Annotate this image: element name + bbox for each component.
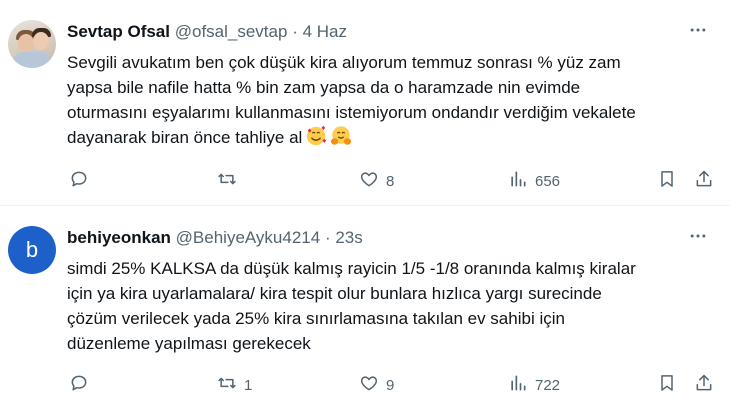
retweet-button[interactable] bbox=[217, 169, 244, 193]
like-icon bbox=[359, 373, 379, 397]
action-bar: 8 656 bbox=[67, 169, 717, 193]
reply-icon bbox=[69, 373, 89, 397]
hugging-face-icon bbox=[330, 125, 352, 154]
views-icon bbox=[508, 373, 528, 397]
bookmark-button[interactable] bbox=[657, 373, 677, 397]
tweet-text: Sevgili avukatım ben çok düşük kira alıy… bbox=[67, 50, 717, 154]
reply-button[interactable] bbox=[69, 169, 96, 193]
tweet[interactable]: b behiyeonkan @BehiyeAyku4214 · 23s simd… bbox=[0, 206, 730, 420]
share-button[interactable] bbox=[694, 169, 714, 193]
like-button[interactable]: 9 bbox=[359, 373, 394, 397]
author-handle[interactable]: @BehiyeAyku4214 bbox=[176, 228, 321, 247]
views-count: 656 bbox=[535, 172, 561, 190]
author-name[interactable]: Sevtap Ofsal bbox=[67, 22, 170, 41]
views-button[interactable]: 656 bbox=[508, 169, 560, 193]
views-icon bbox=[508, 169, 528, 193]
avatar[interactable]: b bbox=[8, 226, 56, 274]
retweet-icon bbox=[217, 169, 237, 193]
reply-icon bbox=[69, 169, 89, 193]
retweet-icon bbox=[217, 373, 237, 397]
tweet-text: simdi 25% KALKSA da düşük kalmış rayicin… bbox=[67, 259, 636, 353]
tweet-header: Sevtap Ofsal @ofsal_sevtap · 4 Haz bbox=[67, 21, 347, 43]
avatar-letter: b bbox=[25, 237, 39, 262]
like-count: 8 bbox=[386, 172, 395, 190]
share-icon bbox=[694, 169, 714, 193]
views-count: 722 bbox=[535, 376, 561, 394]
separator: · bbox=[324, 228, 331, 247]
author-name[interactable]: behiyeonkan bbox=[67, 228, 171, 247]
smiling-face-with-hearts-icon bbox=[305, 125, 327, 154]
tweet-header: behiyeonkan @BehiyeAyku4214 · 23s bbox=[67, 227, 363, 249]
retweet-button[interactable]: 1 bbox=[217, 373, 252, 397]
reply-button[interactable] bbox=[69, 373, 96, 397]
author-handle[interactable]: @ofsal_sevtap bbox=[175, 22, 288, 41]
separator: · bbox=[292, 22, 298, 41]
retweet-count: 1 bbox=[244, 376, 253, 394]
views-button[interactable]: 722 bbox=[508, 373, 560, 397]
timestamp[interactable]: 4 Haz bbox=[303, 22, 347, 41]
like-count: 9 bbox=[386, 376, 395, 394]
avatar[interactable] bbox=[8, 20, 56, 68]
more-icon[interactable] bbox=[686, 18, 710, 42]
bookmark-icon bbox=[657, 373, 677, 397]
bookmark-icon bbox=[657, 169, 677, 193]
more-icon[interactable] bbox=[686, 224, 710, 248]
action-bar: 1 9 722 bbox=[67, 373, 717, 397]
timestamp[interactable]: 23s bbox=[335, 228, 362, 247]
tweet[interactable]: Sevtap Ofsal @ofsal_sevtap · 4 Haz Sevgi… bbox=[0, 0, 730, 205]
like-button[interactable]: 8 bbox=[359, 169, 394, 193]
like-icon bbox=[359, 169, 379, 193]
share-button[interactable] bbox=[694, 373, 714, 397]
bookmark-button[interactable] bbox=[657, 169, 677, 193]
share-icon bbox=[694, 373, 714, 397]
